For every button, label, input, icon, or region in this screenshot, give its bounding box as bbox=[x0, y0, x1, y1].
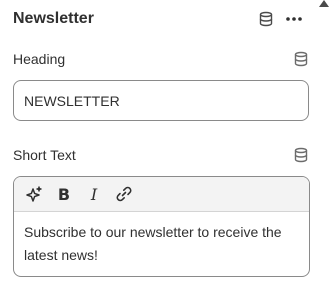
short-text-rich-editor: B I Subscribe to our newsletter to recei… bbox=[13, 176, 310, 277]
newsletter-settings-panel: Newsletter Heading Sh bbox=[0, 0, 336, 296]
caret-up-icon bbox=[319, 0, 329, 7]
short-text-content[interactable]: Subscribe to our newsletter to receive t… bbox=[14, 212, 309, 276]
database-icon bbox=[294, 147, 308, 163]
database-icon bbox=[259, 11, 273, 27]
scroll-up-button[interactable] bbox=[318, 0, 330, 10]
italic-button[interactable]: I bbox=[82, 182, 106, 206]
more-options-button[interactable] bbox=[283, 8, 305, 30]
section-title: Newsletter bbox=[13, 10, 94, 27]
heading-field-header: Heading bbox=[13, 49, 310, 69]
magic-button[interactable] bbox=[22, 182, 46, 206]
bold-button[interactable]: B bbox=[52, 182, 76, 206]
section-header: Newsletter bbox=[13, 7, 305, 31]
sparkle-icon bbox=[26, 186, 42, 202]
heading-label: Heading bbox=[13, 51, 66, 67]
heading-input[interactable] bbox=[13, 80, 309, 121]
link-button[interactable] bbox=[112, 182, 136, 206]
more-horizontal-icon bbox=[286, 17, 302, 21]
heading-dynamic-source-button[interactable] bbox=[290, 48, 312, 70]
rich-text-toolbar: B I bbox=[14, 177, 309, 212]
dynamic-source-button[interactable] bbox=[255, 8, 277, 30]
bold-icon: B bbox=[57, 184, 71, 204]
short-text-label: Short Text bbox=[13, 147, 76, 163]
short-text-dynamic-source-button[interactable] bbox=[290, 144, 312, 166]
database-icon bbox=[294, 51, 308, 67]
short-text-field-header: Short Text bbox=[13, 145, 310, 165]
italic-icon: I bbox=[90, 184, 98, 204]
link-icon bbox=[116, 186, 132, 202]
